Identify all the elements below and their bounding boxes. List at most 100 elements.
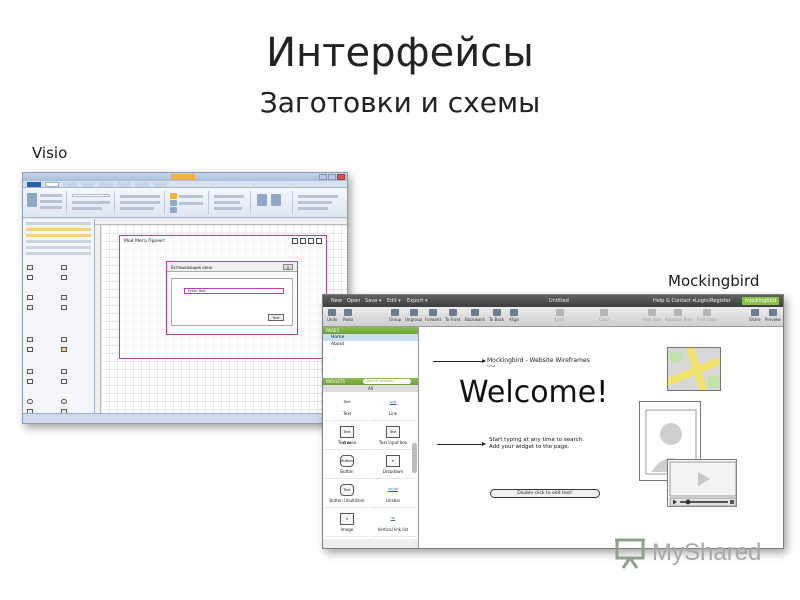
shape-textbox-icon[interactable]	[61, 337, 67, 342]
widget-text-input[interactable]: Text Text input box	[371, 423, 415, 450]
visio-statusbar	[23, 413, 347, 423]
maximize-button[interactable]	[328, 174, 336, 180]
position-icon[interactable]	[271, 194, 281, 206]
undo-button[interactable]: Undo	[327, 309, 337, 322]
group-button[interactable]: Group	[389, 309, 401, 322]
widget-text-area[interactable]: Text Area Text area	[325, 423, 369, 450]
shape-label-icon[interactable]	[27, 337, 33, 342]
tab-process[interactable]	[117, 181, 131, 187]
canvas-heading[interactable]: Mockingbird - Website Wireframes	[487, 357, 590, 364]
preview-button[interactable]: Preview	[765, 309, 781, 322]
stencil-item[interactable]	[26, 246, 91, 249]
widget-link[interactable]: Link Link	[371, 394, 415, 421]
back-arrow-icon[interactable]	[27, 399, 33, 404]
shape-hyperlink-icon[interactable]	[27, 347, 33, 352]
menu-help-contact[interactable]: Help & Contact ▾	[653, 298, 695, 304]
menu-open[interactable]: Open	[347, 298, 360, 304]
cursor-link-icon[interactable]	[61, 379, 67, 384]
lock-button[interactable]: Lock	[555, 309, 564, 322]
video-placeholder[interactable]	[667, 459, 737, 507]
align-button[interactable]: Align	[509, 309, 519, 322]
tab-home[interactable]	[45, 181, 59, 187]
wireframe-dialog-close[interactable]: x	[283, 264, 293, 270]
document-icon[interactable]	[308, 238, 314, 244]
rss-icon[interactable]	[300, 238, 306, 244]
widget-button[interactable]: Button Button	[325, 452, 369, 479]
canvas-instructions[interactable]: Start typing at any time to search. Add …	[489, 437, 584, 451]
color-button[interactable]: Color	[599, 309, 609, 322]
to-front-icon	[448, 309, 457, 316]
menu-export[interactable]: Export ▾	[407, 298, 427, 304]
tab-insert[interactable]	[63, 181, 77, 187]
pointer-tool-icon[interactable]	[170, 193, 177, 199]
auto-align-icon[interactable]	[257, 194, 267, 206]
widget-search-input[interactable]: Search widgets	[363, 379, 411, 384]
cursor-busy-icon[interactable]	[27, 379, 33, 384]
document-name[interactable]: Untitled	[549, 298, 569, 304]
shape-menu-item-icon[interactable]	[61, 295, 67, 300]
widget-button-multiline[interactable]: Text Button (multiline)	[325, 481, 369, 508]
tab-file[interactable]	[27, 181, 41, 187]
visio-drawing-canvas[interactable]: Мой Мега Проект Всплывающее окно x Enter…	[101, 225, 347, 413]
wireframe-button[interactable]: Text	[268, 314, 284, 321]
tab-view[interactable]	[153, 181, 167, 187]
widget-category-select[interactable]: All	[323, 385, 418, 392]
stencil-item-selected[interactable]	[26, 234, 91, 237]
menu-save[interactable]: Save ▾	[365, 298, 381, 304]
font-color-button[interactable]: Font Color	[697, 309, 717, 322]
mail-icon[interactable]	[316, 238, 322, 244]
menu-login[interactable]: Login/Register	[695, 298, 731, 304]
shape-menu-icon[interactable]	[61, 305, 67, 310]
shape-dropdown-icon[interactable]	[27, 305, 33, 310]
stencil-item[interactable]	[26, 222, 91, 225]
canvas-url[interactable]: Dino	[487, 364, 495, 368]
close-button[interactable]	[337, 174, 345, 180]
tab-data[interactable]	[99, 181, 113, 187]
widget-linkbar[interactable]: url|url Linkbar	[371, 481, 415, 508]
to-front-button[interactable]: To Front	[445, 309, 461, 322]
widget-vertical-link-list[interactable]: url Vertical link list	[371, 510, 415, 537]
stencil-item-selected[interactable]	[26, 228, 91, 231]
shape-button-selected-icon[interactable]	[61, 347, 67, 352]
forward-arrow-icon[interactable]	[61, 399, 67, 404]
menu-edit[interactable]: Edit ▾	[387, 298, 401, 304]
forward-button[interactable]: Forward	[425, 309, 441, 322]
shape-panel-icon[interactable]	[27, 275, 33, 280]
page-item-home[interactable]: Home	[323, 334, 418, 341]
shape-menu-bar-icon[interactable]	[27, 295, 33, 300]
home-icon[interactable]	[292, 238, 298, 244]
ungroup-button[interactable]: Ungroup	[405, 309, 422, 322]
autosize-text-button[interactable]: Autosize Text	[665, 309, 691, 322]
wireframe-text-input[interactable]: Enter Text	[184, 288, 284, 294]
menu-new[interactable]: New	[331, 298, 342, 304]
widget-dropdown[interactable]: ▾ Dropdown	[371, 452, 415, 479]
font-size-button[interactable]: Font Size	[643, 309, 661, 322]
canvas-welcome-text[interactable]: Welcome!	[459, 375, 608, 410]
minimize-button[interactable]	[319, 174, 327, 180]
tab-design[interactable]	[81, 181, 95, 187]
wireframe-page[interactable]: Мой Мега Проект Всплывающее окно x Enter…	[119, 235, 327, 359]
to-back-button[interactable]: To Back	[489, 309, 504, 322]
stencil-item[interactable]	[26, 240, 91, 243]
widget-text[interactable]: Text Text	[325, 394, 369, 421]
shape-application-icon[interactable]	[61, 265, 67, 270]
cursor-select-icon[interactable]	[27, 369, 33, 374]
widget-scrollbar[interactable]	[412, 443, 417, 473]
stencil-item[interactable]	[26, 252, 91, 255]
canvas-edit-button[interactable]: Double click to edit text!	[490, 489, 600, 498]
wireframe-dialog[interactable]: Всплывающее окно x Enter Text Text	[166, 261, 298, 335]
paste-icon[interactable]	[27, 193, 37, 207]
connector-icon[interactable]	[170, 200, 177, 206]
mockingbird-canvas[interactable]: Mockingbird - Website Wireframes Dino We…	[419, 327, 783, 548]
redo-button[interactable]: Redo	[343, 309, 353, 322]
shape-dialog-icon[interactable]	[27, 265, 33, 270]
map-placeholder[interactable]	[667, 347, 721, 391]
tab-review[interactable]	[135, 181, 149, 187]
cursor-move-icon[interactable]	[61, 369, 67, 374]
text-tool-icon[interactable]	[170, 207, 177, 213]
share-button[interactable]: Share	[749, 309, 761, 322]
backward-button[interactable]: Backward	[465, 309, 485, 322]
page-item-about[interactable]: About	[323, 341, 418, 348]
widget-image[interactable]: ✕ Image	[325, 510, 369, 537]
shape-button-icon[interactable]	[61, 275, 67, 280]
